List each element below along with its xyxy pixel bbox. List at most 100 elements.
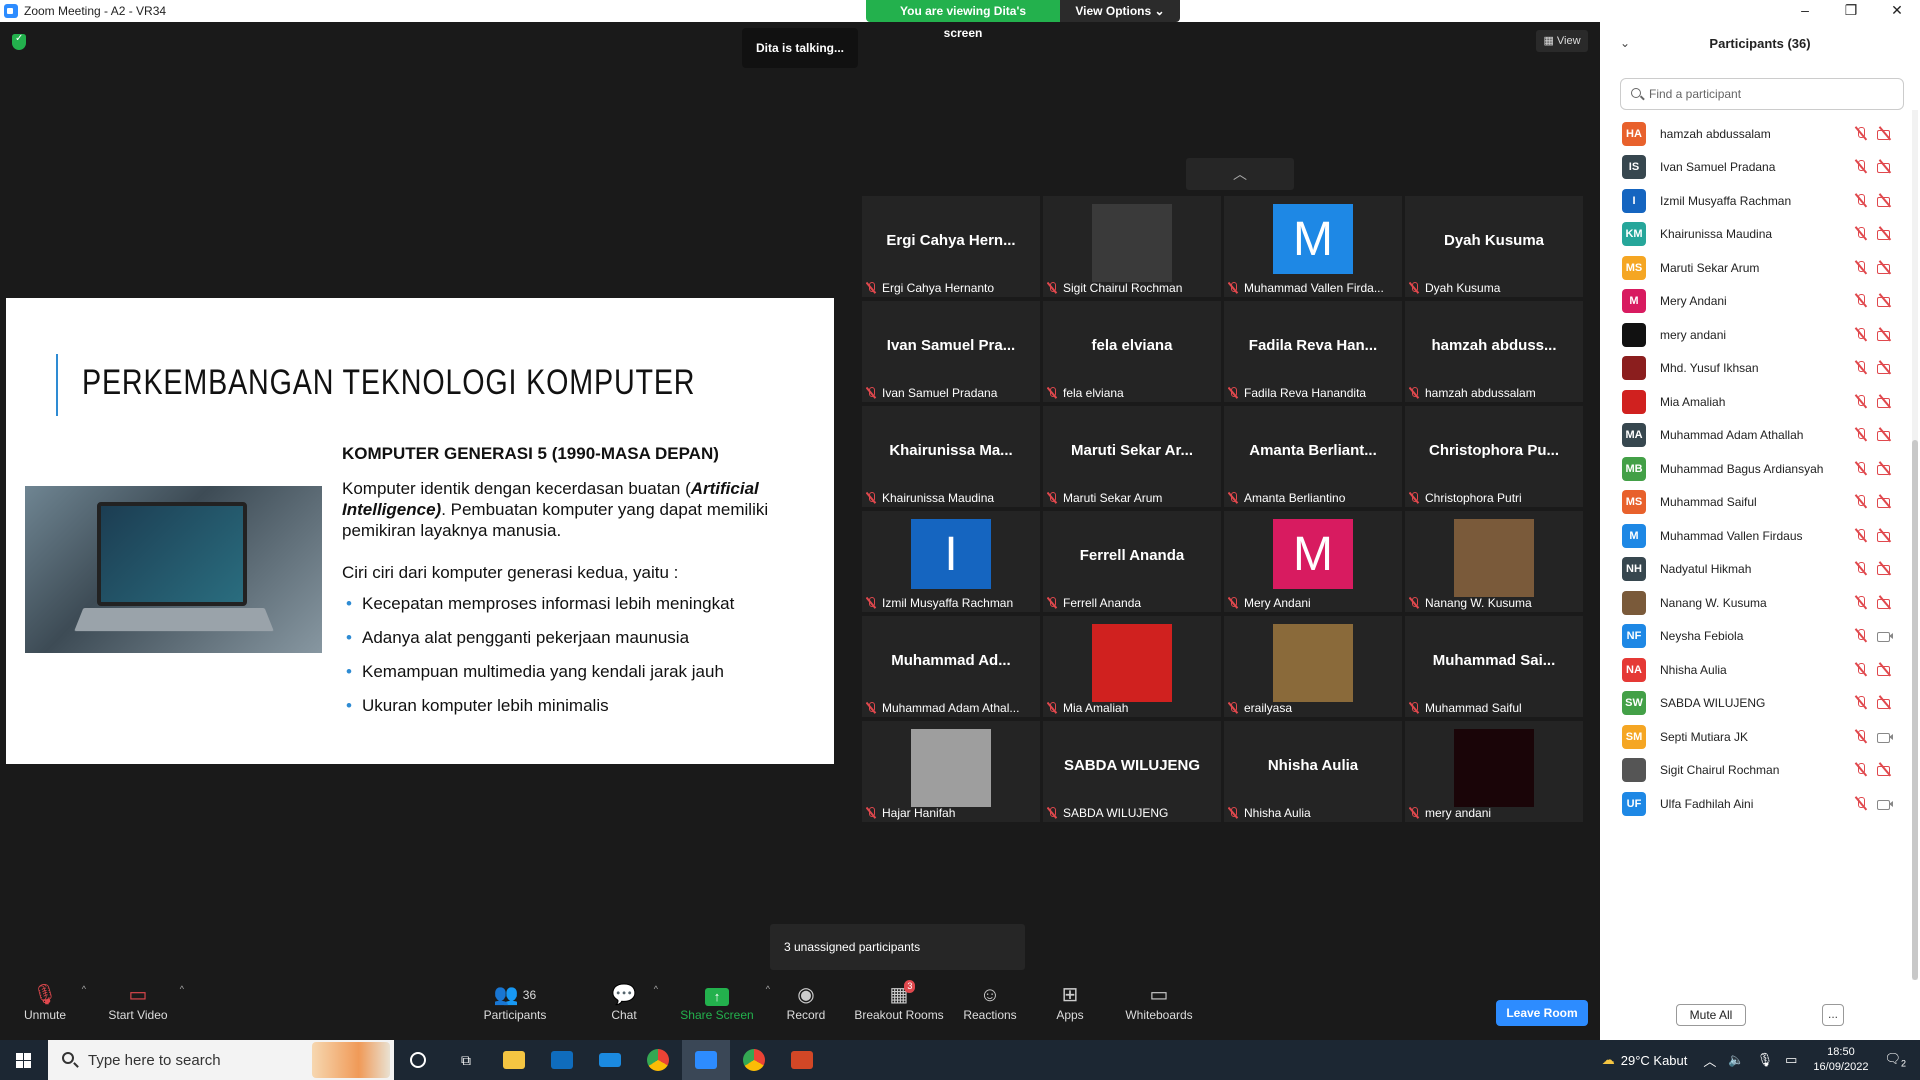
audio-options-caret[interactable]: ^ [82,984,86,994]
share-screen-button[interactable]: ↑ Share Screen ^ [680,982,770,1022]
video-tile[interactable]: Ivan Samuel Pra... Ivan Samuel Pradana [862,301,1040,402]
muted-mic-icon[interactable] [1852,762,1870,778]
muted-mic-icon[interactable] [1852,695,1870,711]
muted-mic-icon[interactable] [1852,662,1870,678]
chat-options-caret[interactable]: ^ [654,984,658,994]
muted-mic-icon[interactable] [1852,796,1870,812]
video-tile[interactable]: mery andani [1405,721,1583,822]
maximize-button[interactable]: ❐ [1828,0,1874,22]
video-tile[interactable]: fela elviana fela elviana [1043,301,1221,402]
video-tile[interactable]: SABDA WILUJENG SABDA WILUJENG [1043,721,1221,822]
participant-row[interactable]: UF Ulfa Fadhilah Aini [1600,783,1900,824]
video-tile[interactable]: Nanang W. Kusuma [1405,511,1583,612]
leave-room-button[interactable]: Leave Room [1496,1000,1588,1026]
video-options-caret[interactable]: ^ [180,984,184,994]
muted-mic-icon[interactable] [1852,159,1870,175]
video-tile[interactable]: Sigit Chairul Rochman [1043,196,1221,297]
security-shield-icon[interactable] [12,33,26,50]
record-button[interactable]: ◉ Record [784,982,828,1022]
muted-mic-icon[interactable] [1852,126,1870,142]
zoom-taskbar-button[interactable] [682,1040,730,1080]
unmute-button[interactable]: 🎙 Unmute ^ [20,982,86,1022]
task-view-button[interactable]: ⧉ [442,1040,490,1080]
video-off-icon[interactable] [1876,327,1894,343]
video-tile[interactable]: Dyah Kusuma Dyah Kusuma [1405,196,1583,297]
taskbar-search-input[interactable]: Type here to search [48,1040,394,1080]
taskbar-clock[interactable]: 18:50 16/09/2022 [1813,1045,1868,1075]
muted-mic-icon[interactable] [1852,193,1870,209]
video-tile[interactable]: hamzah abduss... hamzah abdussalam [1405,301,1583,402]
video-tile[interactable]: I Izmil Musyaffa Rachman [862,511,1040,612]
participant-search-input[interactable]: Find a participant [1620,78,1904,110]
video-tile[interactable]: Christophora Pu... Christophora Putri [1405,406,1583,507]
file-explorer-taskbar-button[interactable] [490,1040,538,1080]
video-off-icon[interactable] [1876,561,1894,577]
video-tile[interactable]: erailyasa [1224,616,1402,717]
video-tile[interactable]: M Muhammad Vallen Firda... [1224,196,1402,297]
more-options-button[interactable]: ... [1822,1004,1844,1026]
chrome-taskbar-button[interactable] [634,1040,682,1080]
video-off-icon[interactable] [1876,226,1894,242]
video-tile[interactable]: M Mery Andani [1224,511,1402,612]
muted-mic-icon[interactable] [1852,427,1870,443]
video-off-icon[interactable] [1876,360,1894,376]
minimize-button[interactable]: – [1782,0,1828,22]
mute-all-button[interactable]: Mute All [1676,1004,1746,1026]
mail-taskbar-button[interactable] [586,1040,634,1080]
video-off-icon[interactable] [1876,461,1894,477]
view-button[interactable]: ▦ View [1536,30,1588,52]
share-options-caret[interactable]: ^ [766,984,770,994]
close-button[interactable]: ✕ [1874,0,1920,22]
participants-button[interactable]: 👥 36 Participants [480,982,550,1022]
breakout-rooms-button[interactable]: ▦ 3 Breakout Rooms [854,980,944,1022]
video-tile[interactable]: Ergi Cahya Hern... Ergi Cahya Hernanto [862,196,1040,297]
muted-mic-icon[interactable] [1852,461,1870,477]
muted-mic-icon[interactable] [1852,293,1870,309]
video-tile[interactable]: Amanta Berliant... Amanta Berliantino [1224,406,1402,507]
muted-mic-icon[interactable] [1852,394,1870,410]
unassigned-participants-notice[interactable]: 3 unassigned participants [770,924,1025,970]
video-off-icon[interactable] [1876,193,1894,209]
apps-button[interactable]: ⊞ Apps [1054,982,1086,1022]
participant-list-scroll-thumb[interactable] [1912,440,1918,980]
muted-mic-icon[interactable] [1852,494,1870,510]
video-tile[interactable]: Khairunissa Ma... Khairunissa Maudina [862,406,1040,507]
weather-text[interactable]: 29°C Kabut [1621,1053,1688,1068]
video-off-icon[interactable] [1876,662,1894,678]
start-button[interactable] [0,1040,48,1080]
reactions-button[interactable]: ☺ Reactions [962,982,1018,1022]
muted-mic-icon[interactable] [1852,327,1870,343]
video-tile[interactable]: Ferrell Ananda Ferrell Ananda [1043,511,1221,612]
start-video-button[interactable]: ▭ Start Video ^ [108,982,184,1022]
whiteboards-button[interactable]: ▭ Whiteboards [1124,982,1194,1022]
muted-mic-icon[interactable] [1852,595,1870,611]
video-camera-icon[interactable] [1876,628,1894,644]
video-off-icon[interactable] [1876,595,1894,611]
muted-mic-icon[interactable] [1852,729,1870,745]
network-icon[interactable]: ▭ [1785,1052,1797,1068]
volume-icon[interactable]: 🔈 [1728,1052,1744,1068]
tray-chevron-icon[interactable]: ︿ [1703,1051,1716,1070]
video-tile[interactable]: Hajar Hanifah [862,721,1040,822]
microphone-icon[interactable]: 🎙 [1757,1052,1774,1068]
view-options-button[interactable]: View Options ⌄ [1060,0,1180,22]
muted-mic-icon[interactable] [1852,561,1870,577]
video-off-icon[interactable] [1876,695,1894,711]
chat-button[interactable]: 💬 Chat ^ [606,982,658,1022]
video-off-icon[interactable] [1876,427,1894,443]
muted-mic-icon[interactable] [1852,628,1870,644]
video-off-icon[interactable] [1876,494,1894,510]
video-tile[interactable]: Fadila Reva Han... Fadila Reva Hanandita [1224,301,1402,402]
video-off-icon[interactable] [1876,762,1894,778]
video-tile[interactable]: Muhammad Ad... Muhammad Adam Athal... [862,616,1040,717]
video-off-icon[interactable] [1876,293,1894,309]
chrome-taskbar-button-2[interactable] [730,1040,778,1080]
video-off-icon[interactable] [1876,159,1894,175]
muted-mic-icon[interactable] [1852,260,1870,276]
gallery-page-up-button[interactable]: ︿ [1186,158,1294,190]
powerpoint-taskbar-button[interactable] [778,1040,826,1080]
video-tile[interactable]: Mia Amaliah [1043,616,1221,717]
video-tile[interactable]: Muhammad Sai... Muhammad Saiful [1405,616,1583,717]
muted-mic-icon[interactable] [1852,226,1870,242]
video-off-icon[interactable] [1876,260,1894,276]
